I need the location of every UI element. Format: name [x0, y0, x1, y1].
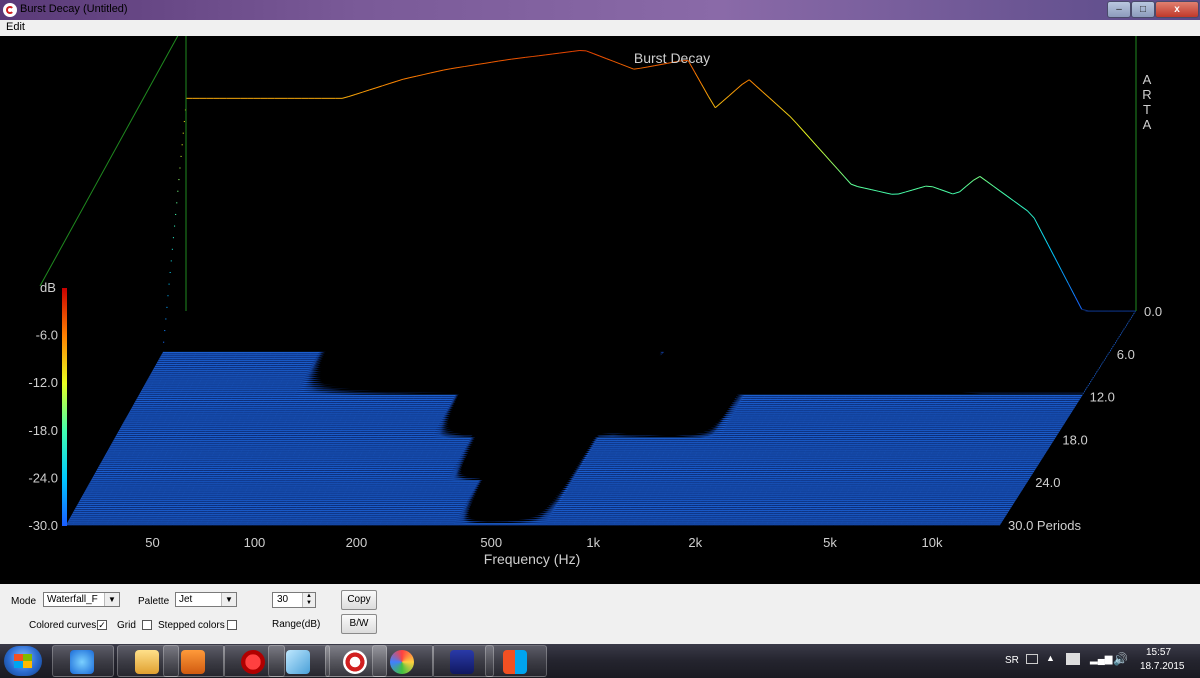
waterfall-curve-segment [460, 521, 468, 524]
menu-bar: Edit [0, 20, 1200, 36]
close-button[interactable]: x [1155, 1, 1199, 18]
waterfall-curve-segment [456, 518, 464, 520]
burst-decay-chart: Burst DecayARTAdB-6.0-12.0-18.0-24.0-30.… [28, 36, 1162, 567]
minimize-button[interactable]: – [1107, 1, 1131, 18]
app-icon [3, 3, 17, 17]
waterfall-curve-segment [543, 518, 550, 520]
window-title: Burst Decay (Untitled) [20, 3, 128, 15]
waterfall-curve-segment [452, 479, 460, 481]
burst-decay-plot: Burst Decay A R T AdB -6.0 -12.0 -18.0 -24.0 -30.… [0, 36, 1200, 584]
waterfall-curve-segment [528, 518, 536, 521]
waterfall-curve-segment [474, 520, 481, 523]
waterfall-curve-segment [459, 478, 467, 481]
maximize-button[interactable]: □ [1131, 1, 1155, 18]
waterfall-curve-segment [467, 521, 475, 523]
waterfall-curve-segment [535, 519, 543, 522]
menu-edit[interactable]: Edit [6, 21, 25, 33]
waterfall-curve-segment [465, 478, 473, 480]
title-bar: Burst Decay (Untitled) – □ x [0, 0, 1200, 20]
waterfall-curve-segment [449, 473, 457, 475]
